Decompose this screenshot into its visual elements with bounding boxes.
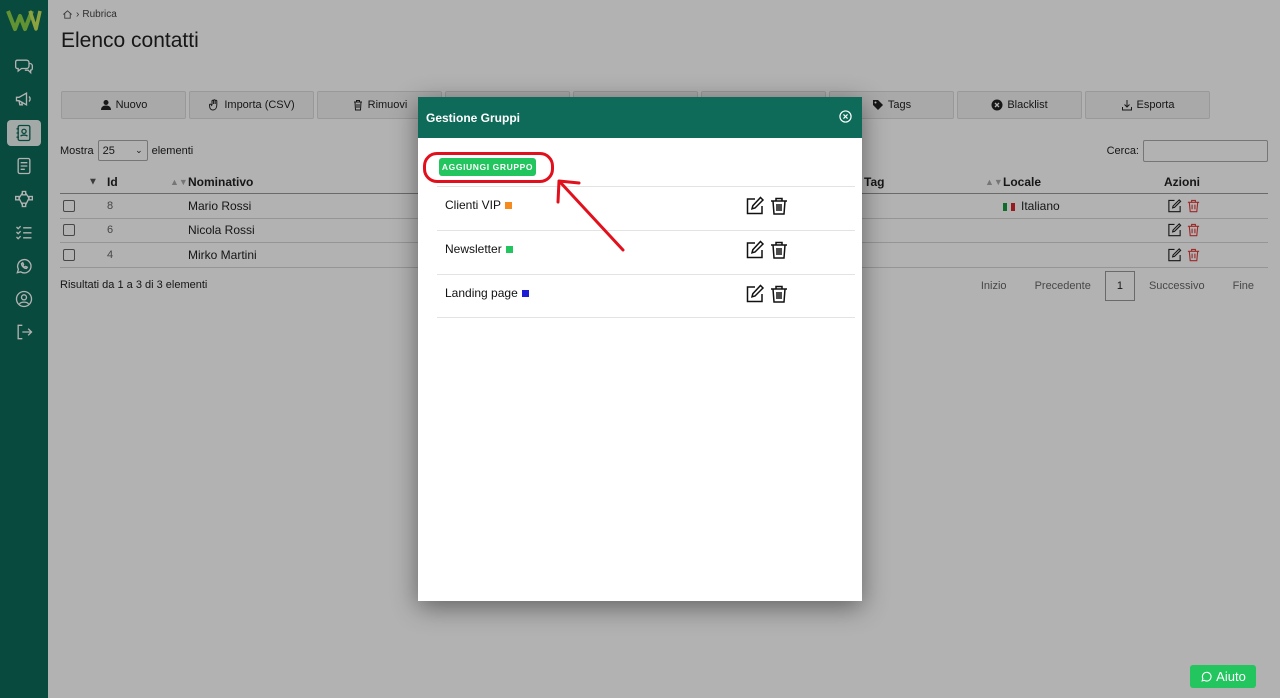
group-actions xyxy=(745,196,789,216)
group-name: Clienti VIP xyxy=(445,198,513,212)
close-icon xyxy=(839,109,852,123)
annotation-arrow-icon xyxy=(556,179,625,252)
edit-icon[interactable] xyxy=(745,284,765,304)
list-item: Clienti VIP xyxy=(437,186,855,230)
whatsapp-icon xyxy=(1201,671,1212,682)
group-color-swatch xyxy=(505,245,513,253)
list-item: Landing page xyxy=(437,274,855,318)
trash-icon[interactable] xyxy=(769,284,789,304)
group-name: Landing page xyxy=(445,286,529,300)
modal-header: Gestione Gruppi xyxy=(418,97,862,138)
group-name: Newsletter xyxy=(445,242,513,256)
trash-icon[interactable] xyxy=(769,240,789,260)
group-actions xyxy=(745,284,789,304)
modal-title: Gestione Gruppi xyxy=(426,110,521,125)
list-item: Newsletter xyxy=(437,230,855,274)
group-management-modal: Gestione Gruppi AGGIUNGI GRUPPO Clienti … xyxy=(418,97,862,601)
help-button[interactable]: Aiuto xyxy=(1190,665,1256,688)
edit-icon[interactable] xyxy=(745,196,765,216)
add-group-button[interactable]: AGGIUNGI GRUPPO xyxy=(439,158,536,176)
group-actions xyxy=(745,240,789,260)
group-color-swatch xyxy=(505,201,513,209)
group-color-swatch xyxy=(521,289,529,297)
modal-close-button[interactable] xyxy=(839,109,852,126)
edit-icon[interactable] xyxy=(745,240,765,260)
group-list: Clienti VIP Newsletter Landing page xyxy=(437,186,855,318)
trash-icon[interactable] xyxy=(769,196,789,216)
